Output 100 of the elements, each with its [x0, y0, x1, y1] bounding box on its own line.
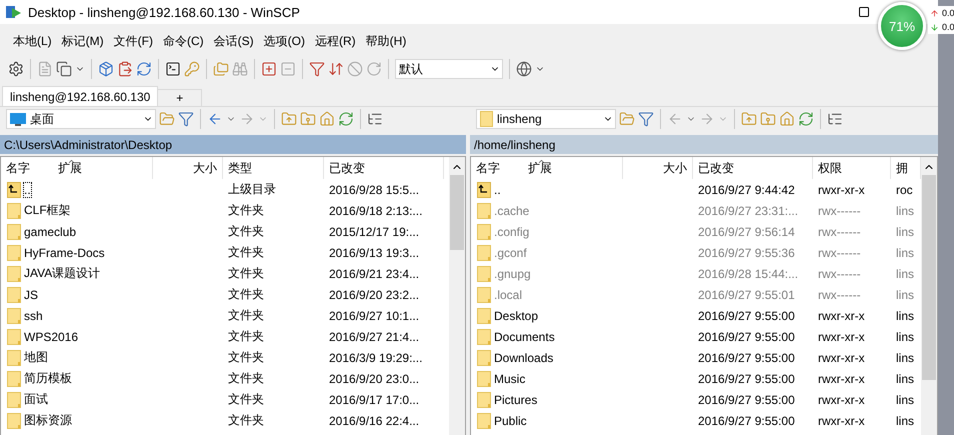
refresh-icon[interactable]	[136, 61, 152, 77]
back-icon[interactable]	[667, 111, 683, 127]
open-folder-icon[interactable]	[159, 111, 175, 127]
menu-item[interactable]: 本地(L)	[8, 30, 57, 52]
column-header[interactable]: 名字 扩展	[471, 157, 623, 179]
column-header[interactable]: 名字 扩展	[1, 157, 153, 179]
folder-icon	[477, 370, 491, 386]
table-cell-text: 文件夹	[227, 307, 265, 324]
filter-icon[interactable]	[178, 111, 194, 127]
back-icon[interactable]	[207, 111, 223, 127]
menu-item[interactable]: 远程(R)	[310, 30, 361, 52]
file-name[interactable]: gameclub	[24, 224, 76, 238]
location-dropdown[interactable]: linsheng	[476, 109, 616, 129]
column-header[interactable]: 已改变	[324, 157, 444, 179]
column-header[interactable]: 大小	[153, 157, 223, 179]
file-name[interactable]: ssh	[24, 308, 43, 322]
path-text: C:\Users\Administrator\Desktop	[4, 138, 172, 152]
terminal-icon[interactable]	[165, 61, 181, 77]
forward-icon[interactable]	[239, 111, 255, 127]
folder-icon	[477, 392, 491, 408]
scrollbar-thumb[interactable]	[450, 175, 464, 250]
file-name[interactable]: Pictures	[494, 392, 538, 406]
download-speed: 0.0	[942, 22, 954, 32]
home-icon[interactable]	[319, 111, 335, 127]
file-name[interactable]: ..	[494, 182, 501, 196]
folder-up-icon[interactable]	[281, 111, 297, 127]
menu-item[interactable]: 文件(F)	[108, 30, 158, 52]
folder-icon	[477, 412, 491, 428]
ban-icon[interactable]	[347, 61, 363, 77]
monitor-icon	[10, 112, 26, 126]
table-cell-text: lins	[895, 372, 916, 386]
location-dropdown[interactable]: 桌面	[6, 109, 156, 129]
clipboard-icon[interactable]	[117, 61, 133, 77]
globe-icon[interactable]	[516, 61, 532, 77]
menu-item[interactable]: 帮助(H)	[360, 30, 412, 52]
file-name[interactable]: Downloads	[494, 350, 554, 364]
file-name[interactable]: 面试	[24, 391, 48, 408]
folders-icon[interactable]	[213, 61, 229, 77]
menu-item[interactable]: 选项(O)	[258, 30, 310, 52]
menu-item[interactable]: 命令(C)	[158, 30, 209, 52]
refresh-icon[interactable]	[798, 111, 814, 127]
tree-icon[interactable]	[827, 111, 843, 127]
file-name[interactable]: Music	[494, 372, 526, 386]
preset-dropdown[interactable]: 默认	[395, 59, 503, 79]
filter-icon[interactable]	[638, 111, 654, 127]
file-name[interactable]: Public	[494, 414, 527, 428]
table-cell-text: rwxr-xr-x	[817, 330, 866, 344]
session-tab[interactable]: linsheng@192.168.60.130	[2, 86, 158, 106]
file-name[interactable]: .gconf	[494, 246, 527, 260]
column-header[interactable]: 类型	[223, 157, 324, 179]
open-folder-icon[interactable]	[619, 111, 635, 127]
file-name[interactable]: WPS2016	[24, 330, 78, 344]
settings-icon[interactable]	[8, 61, 24, 77]
file-name[interactable]: 简历模板	[24, 370, 72, 387]
forward-icon[interactable]	[699, 111, 715, 127]
home-icon[interactable]	[779, 111, 795, 127]
copy-icon[interactable]	[56, 61, 72, 77]
file-name[interactable]: 图标资源	[24, 412, 72, 429]
table-cell-text: lins	[895, 308, 916, 322]
folder-icon	[477, 244, 491, 260]
file-name[interactable]: .gnupg	[494, 266, 531, 280]
folder-icon	[477, 202, 491, 218]
menu-item[interactable]: 会话(S)	[208, 30, 259, 52]
table-cell-text: rwx------	[817, 224, 862, 238]
filter-icon[interactable]	[309, 61, 325, 77]
table-cell-text: 2016/9/27 9:55:36	[697, 246, 796, 260]
maximize-icon[interactable]	[858, 6, 870, 18]
table-cell-text: 文件夹	[227, 286, 265, 303]
sync-icon[interactable]	[328, 61, 344, 77]
binoculars-icon[interactable]	[232, 61, 248, 77]
menu-item[interactable]: 标记(M)	[56, 30, 109, 52]
package-icon[interactable]	[98, 61, 114, 77]
folder-icon	[7, 308, 21, 324]
file-name[interactable]: HyFrame-Docs	[24, 246, 105, 260]
minus-icon[interactable]	[280, 61, 296, 77]
file-name[interactable]: CLF框架	[24, 202, 71, 219]
folder-up-icon[interactable]	[741, 111, 757, 127]
file-name[interactable]: Documents	[494, 330, 555, 344]
file-name[interactable]: 地图	[24, 349, 48, 366]
table-cell-text: 文件夹	[227, 328, 265, 345]
file-name[interactable]: .cache	[494, 204, 530, 218]
column-header[interactable]: 大小	[623, 157, 693, 179]
file-name[interactable]: Desktop	[494, 308, 538, 322]
scrollbar[interactable]	[921, 157, 937, 435]
column-header[interactable]: 权限	[813, 157, 891, 179]
file-name[interactable]: JAVA课题设计	[24, 265, 100, 282]
tree-icon[interactable]	[367, 111, 383, 127]
file-name[interactable]: .local	[494, 288, 522, 302]
plus-icon[interactable]	[261, 61, 277, 77]
file-name[interactable]: .config	[494, 224, 530, 238]
file-name[interactable]: ..	[24, 182, 31, 196]
session-tab[interactable]: +	[157, 89, 202, 106]
refresh-icon[interactable]	[338, 111, 354, 127]
table-cell-text: lins	[895, 392, 916, 406]
scrollbar-thumb[interactable]	[922, 175, 936, 380]
scrollbar[interactable]	[449, 157, 465, 435]
file-name[interactable]: JS	[24, 288, 38, 302]
rotate-icon[interactable]	[366, 61, 382, 77]
table-cell-text: 2016/9/27 9:55:01	[697, 288, 796, 302]
column-header[interactable]: 已改变	[693, 157, 813, 179]
